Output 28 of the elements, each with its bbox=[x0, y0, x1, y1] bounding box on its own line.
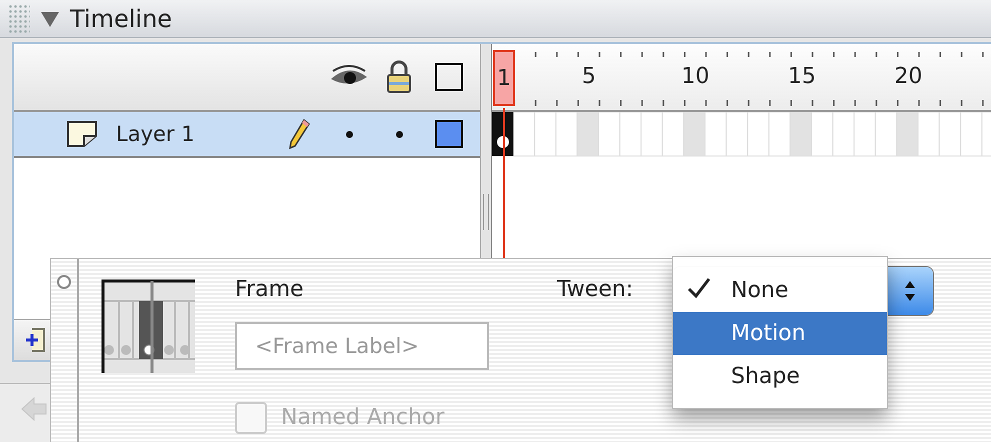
frame-heading: Frame bbox=[235, 277, 305, 302]
outline-square-icon[interactable] bbox=[435, 63, 463, 91]
layer-name: Layer 1 bbox=[116, 122, 196, 146]
panel-title: Timeline bbox=[70, 4, 172, 32]
unlocked-dot[interactable] bbox=[396, 130, 402, 138]
stepper-arrows-icon bbox=[904, 279, 916, 303]
frame-number: 15 bbox=[788, 64, 816, 89]
frame-number: 5 bbox=[582, 64, 596, 89]
lock-icon[interactable] bbox=[386, 60, 412, 94]
keyframe-icon bbox=[492, 112, 514, 156]
drag-handle[interactable] bbox=[8, 4, 30, 34]
add-layer-icon[interactable] bbox=[24, 327, 46, 353]
menu-item[interactable]: Motion bbox=[673, 312, 887, 355]
frame-number: 20 bbox=[894, 64, 922, 89]
frame-label-field[interactable]: <Frame Label> bbox=[235, 322, 489, 370]
playhead[interactable]: 1 bbox=[493, 50, 515, 106]
frame-number: 10 bbox=[681, 64, 710, 89]
panel-pin-icon[interactable] bbox=[57, 275, 71, 289]
layer-row[interactable]: Layer 1 bbox=[14, 112, 480, 158]
menu-item[interactable]: Shape bbox=[673, 355, 887, 398]
outline-color-swatch[interactable] bbox=[435, 120, 463, 148]
layer-icon bbox=[66, 120, 98, 148]
visible-dot[interactable] bbox=[346, 130, 352, 138]
resize-grip[interactable] bbox=[483, 194, 489, 230]
named-anchor-label: Named Anchor bbox=[281, 405, 444, 431]
menu-item[interactable]: None bbox=[673, 269, 887, 312]
collapse-triangle-icon[interactable] bbox=[40, 10, 60, 28]
tween-label: Tween: bbox=[557, 277, 634, 302]
